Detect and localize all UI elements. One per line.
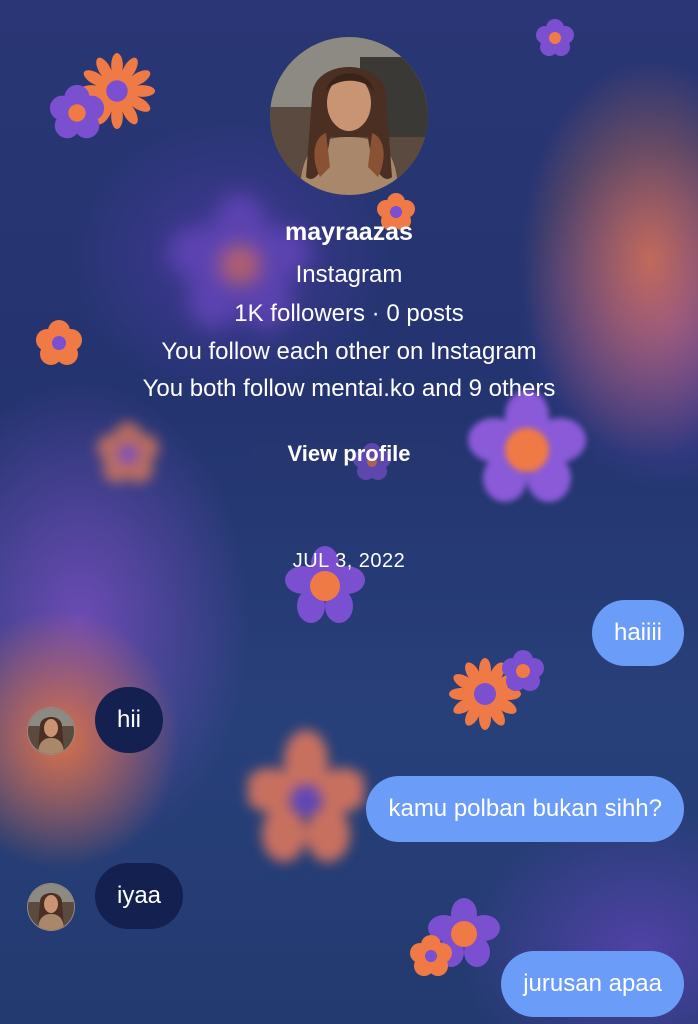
message-bubble-outgoing[interactable]: jurusan apaa (501, 951, 684, 1017)
mutual-follow-text: You follow each other on Instagram (161, 338, 537, 365)
profile-photo-icon (270, 37, 428, 195)
message-bubble-outgoing[interactable]: haiiii (591, 600, 684, 666)
date-separator: JUL 3, 2022 (292, 550, 406, 572)
message-text: haiiii (613, 619, 662, 646)
flower-orange-icon (97, 422, 159, 483)
message-text: hii (117, 706, 142, 733)
sender-avatar[interactable] (27, 707, 75, 755)
flower-purple-icon (468, 390, 586, 502)
flower-purple-icon (536, 19, 574, 56)
profile-avatar[interactable] (270, 37, 428, 195)
message-bubble-outgoing[interactable]: kamu polban bukan sihh? (366, 776, 684, 842)
profile-username: mayraazas (285, 218, 413, 246)
sender-avatar[interactable] (27, 883, 75, 931)
profile-photo-icon (28, 884, 74, 930)
profile-platform: Instagram (295, 261, 403, 288)
view-profile-button[interactable]: View profile (252, 426, 446, 482)
message-bubble-incoming[interactable]: iyaa (95, 863, 184, 929)
profile-photo-icon (28, 708, 74, 754)
message-text: jurusan apaa (523, 970, 662, 997)
mutual-followers-text: You both follow mentai.ko and 9 others (142, 375, 556, 402)
message-bubble-incoming[interactable]: hii (95, 687, 164, 753)
profile-stats: 1K followers · 0 posts (234, 300, 464, 327)
flower-purple-icon (49, 84, 105, 139)
message-text: iyaa (117, 882, 162, 909)
flower-purple-icon (502, 650, 544, 691)
flower-orange-icon (248, 730, 364, 862)
message-text: kamu polban bukan sihh? (388, 795, 662, 822)
flower-orange-icon (410, 935, 452, 976)
